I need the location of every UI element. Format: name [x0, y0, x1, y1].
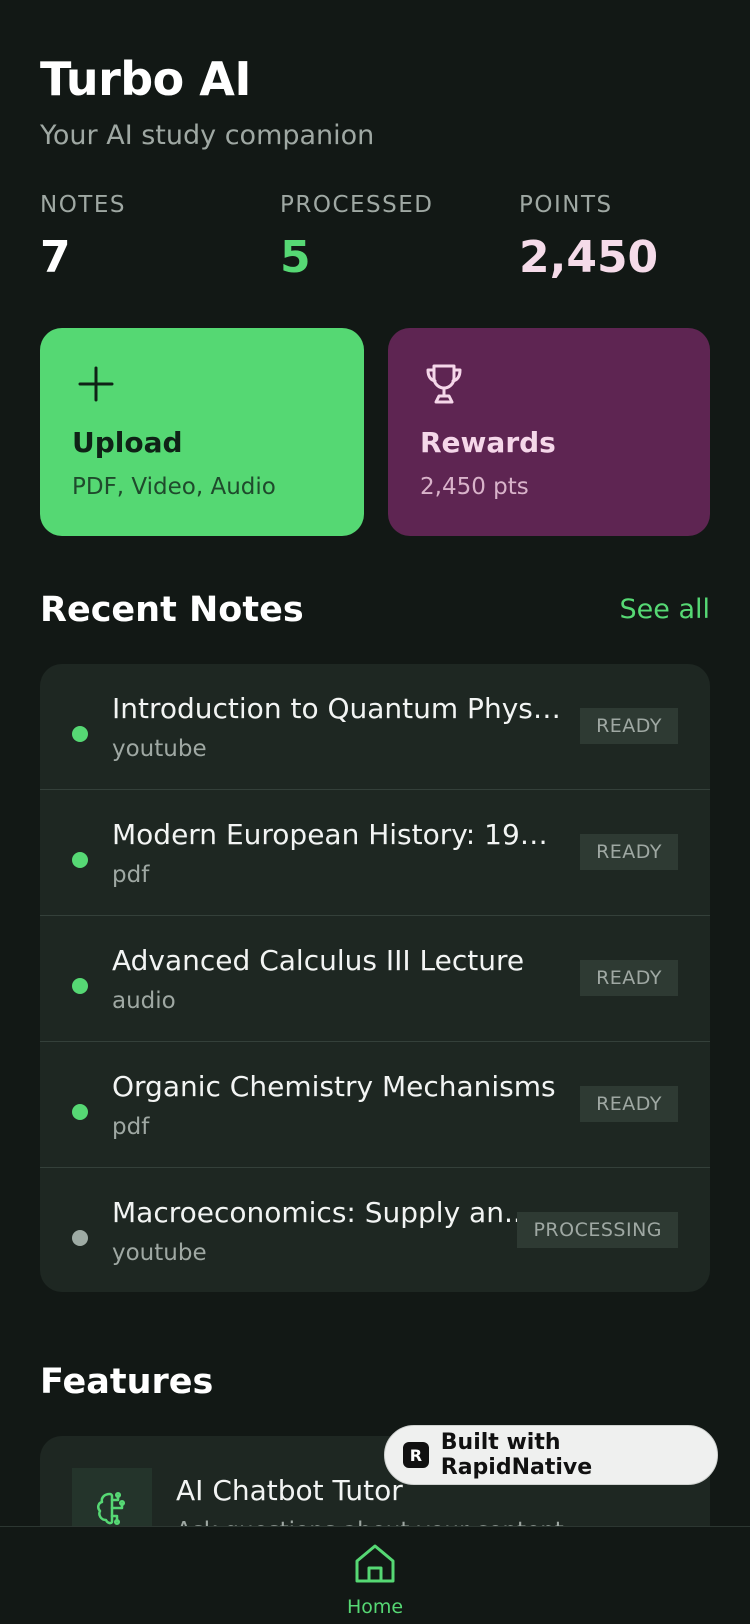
- status-dot: [72, 852, 88, 868]
- stat-label: PROCESSED: [280, 192, 434, 218]
- status-dot: [72, 726, 88, 742]
- home-screen: Turbo AI Your AI study companion NOTES 7…: [0, 0, 750, 1624]
- note-source: pdf: [112, 1114, 150, 1140]
- stat-processed: PROCESSED 5: [280, 192, 434, 283]
- list-item[interactable]: Macroeconomics: Supply an... youtube PRO…: [40, 1168, 710, 1292]
- status-dot: [72, 1104, 88, 1120]
- status-badge: READY: [580, 960, 678, 996]
- brain-icon: [97, 1491, 126, 1526]
- note-source: pdf: [112, 862, 150, 888]
- upload-title: Upload: [72, 426, 183, 459]
- built-with-badge[interactable]: R Built with RapidNative: [384, 1425, 718, 1485]
- features-title: Features: [40, 1362, 214, 1402]
- stat-label: POINTS: [519, 192, 613, 218]
- built-with-text: Built with RapidNative: [440, 1430, 593, 1480]
- list-item[interactable]: Introduction to Quantum Physics youtube …: [40, 664, 710, 790]
- note-title: Introduction to Quantum Physics: [112, 692, 562, 725]
- note-source: youtube: [112, 736, 207, 762]
- recent-notes-header: Recent Notes See all: [40, 590, 710, 630]
- app-title: Turbo AI: [40, 52, 252, 106]
- stats-row: NOTES 7 PROCESSED 5 POINTS 2,450: [40, 192, 720, 292]
- status-badge: READY: [580, 834, 678, 870]
- plus-icon: [78, 366, 114, 402]
- features-header: Features: [40, 1362, 710, 1402]
- stat-label: NOTES: [40, 192, 126, 218]
- app-subtitle: Your AI study companion: [40, 120, 375, 151]
- header: Turbo AI Your AI study companion: [40, 52, 374, 151]
- note-title: Organic Chemistry Mechanisms: [112, 1070, 556, 1103]
- stat-notes: NOTES 7: [40, 192, 126, 283]
- rewards-subtitle: 2,450 pts: [420, 474, 529, 500]
- tab-home-label: Home: [346, 1596, 404, 1618]
- home-icon: [355, 1544, 395, 1583]
- stat-points: POINTS 2,450: [519, 192, 658, 283]
- status-badge: READY: [580, 708, 678, 744]
- stat-value: 7: [40, 232, 71, 283]
- rewards-title: Rewards: [420, 426, 556, 459]
- feature-title: AI Chatbot Tutor: [176, 1474, 403, 1507]
- list-item[interactable]: Organic Chemistry Mechanisms pdf READY: [40, 1042, 710, 1168]
- upload-subtitle: PDF, Video, Audio: [72, 474, 276, 500]
- status-badge: READY: [580, 1086, 678, 1122]
- stat-value: 2,450: [519, 232, 659, 283]
- rewards-card[interactable]: Rewards 2,450 pts: [388, 328, 710, 536]
- note-source: youtube: [112, 1240, 207, 1266]
- note-title: Modern European History: 1900-...: [112, 818, 562, 851]
- see-all-link[interactable]: See all: [620, 594, 711, 625]
- rapidnative-logo-icon: R: [403, 1442, 429, 1468]
- stat-value: 5: [280, 232, 311, 283]
- note-source: audio: [112, 988, 176, 1014]
- list-item[interactable]: Modern European History: 1900-... pdf RE…: [40, 790, 710, 916]
- status-badge: PROCESSING: [517, 1212, 678, 1248]
- trophy-icon: [426, 364, 462, 404]
- note-title: Advanced Calculus III Lecture: [112, 944, 525, 977]
- status-dot: [72, 978, 88, 994]
- notes-list: Introduction to Quantum Physics youtube …: [40, 664, 710, 1292]
- tab-home[interactable]: Home: [335, 1541, 415, 1624]
- upload-card[interactable]: Upload PDF, Video, Audio: [40, 328, 364, 536]
- note-title: Macroeconomics: Supply an...: [112, 1196, 531, 1229]
- status-dot: [72, 1230, 88, 1246]
- list-item[interactable]: Advanced Calculus III Lecture audio READ…: [40, 916, 710, 1042]
- recent-notes-title: Recent Notes: [40, 590, 304, 630]
- tab-bar: Home: [0, 1526, 750, 1624]
